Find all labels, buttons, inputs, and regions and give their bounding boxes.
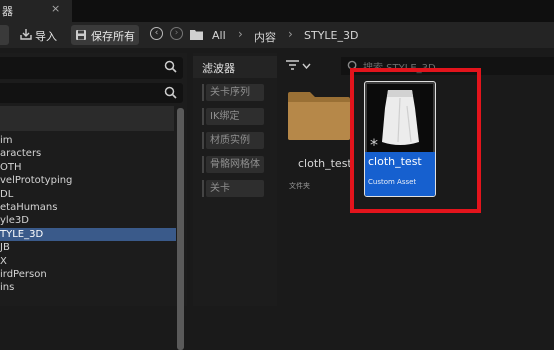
import-label: 导入 xyxy=(35,30,57,43)
save-all-button[interactable]: 保存所有 xyxy=(71,25,139,45)
tree-item[interactable]: OTH xyxy=(0,161,176,174)
chip-indicator xyxy=(202,108,204,125)
breadcrumb-all[interactable]: All xyxy=(212,29,226,42)
tree-item[interactable]: etaHumans xyxy=(0,201,176,214)
breadcrumb-content[interactable]: 内容 xyxy=(254,29,276,45)
folder-type: 文件夹 xyxy=(289,182,310,190)
save-all-label: 保存所有 xyxy=(91,30,135,43)
toolbar: 导入 保存所有 xyxy=(0,22,554,48)
back-icon[interactable]: ‹ xyxy=(150,27,163,40)
folder-name[interactable]: cloth_test xyxy=(298,157,352,170)
search-icon xyxy=(164,86,177,99)
filter-icon[interactable] xyxy=(286,60,299,71)
tree-header xyxy=(0,106,174,131)
tree-item[interactable]: DL xyxy=(0,188,176,201)
add-button[interactable] xyxy=(0,25,9,45)
chip-indicator xyxy=(202,156,204,173)
chevron-down-icon[interactable] xyxy=(302,63,311,69)
chip-indicator xyxy=(202,132,204,149)
scroll-thumb[interactable] xyxy=(177,108,184,350)
tab-bar: 器 × xyxy=(0,0,554,22)
tree-item[interactable]: aracters xyxy=(0,147,176,160)
filter-chip[interactable]: 关卡序列 xyxy=(206,84,264,101)
tree-item[interactable]: irdPerson xyxy=(0,268,176,281)
tree-scrollbar[interactable] xyxy=(177,108,184,350)
filters-title: 滤波器 xyxy=(202,62,235,75)
folder-tree: im aracters OTH velPrototyping DL etaHum… xyxy=(0,134,176,295)
filter-chip[interactable]: 骨骼网格体 xyxy=(206,156,264,173)
search-icon xyxy=(164,60,177,73)
tree-item-selected[interactable]: TYLE_3D xyxy=(0,227,176,242)
folder-icon[interactable] xyxy=(288,92,350,140)
tree-item[interactable]: im xyxy=(0,134,176,147)
breadcrumb-style3d[interactable]: STYLE_3D xyxy=(304,29,358,42)
breadcrumb-separator-icon: › xyxy=(288,27,293,41)
forward-icon[interactable]: › xyxy=(170,27,183,40)
tree-item[interactable]: JB xyxy=(0,241,176,254)
filter-chip[interactable]: 关卡 xyxy=(206,180,264,197)
filters-header[interactable]: 滤波器 xyxy=(193,56,277,78)
filter-chip[interactable]: IK绑定 xyxy=(206,108,264,125)
tree-item[interactable]: X xyxy=(0,255,176,268)
sources-panel: im aracters OTH velPrototyping DL etaHum… xyxy=(0,53,187,350)
sources-search-input[interactable] xyxy=(0,57,183,79)
tree-item[interactable]: yle3D xyxy=(0,214,176,227)
folder-icon xyxy=(190,30,203,40)
tab-title: 器 xyxy=(2,5,13,18)
import-icon xyxy=(20,29,32,40)
save-icon xyxy=(76,30,86,40)
content-browser-tab[interactable]: 器 × xyxy=(0,0,72,22)
breadcrumb-separator-icon: › xyxy=(238,27,243,41)
tree-item[interactable]: ins xyxy=(0,281,176,294)
chip-indicator xyxy=(202,180,204,197)
chip-indicator xyxy=(202,84,204,101)
sources-filter-input[interactable] xyxy=(0,83,183,103)
tree-item[interactable]: velPrototyping xyxy=(0,174,176,187)
annotation-highlight xyxy=(350,68,481,213)
filter-chip[interactable]: 材质实例 xyxy=(206,132,264,149)
close-icon[interactable]: × xyxy=(51,2,60,15)
filters-panel: 滤波器 关卡序列 IK绑定 材质实例 骨骼网格体 关卡 xyxy=(193,53,277,306)
